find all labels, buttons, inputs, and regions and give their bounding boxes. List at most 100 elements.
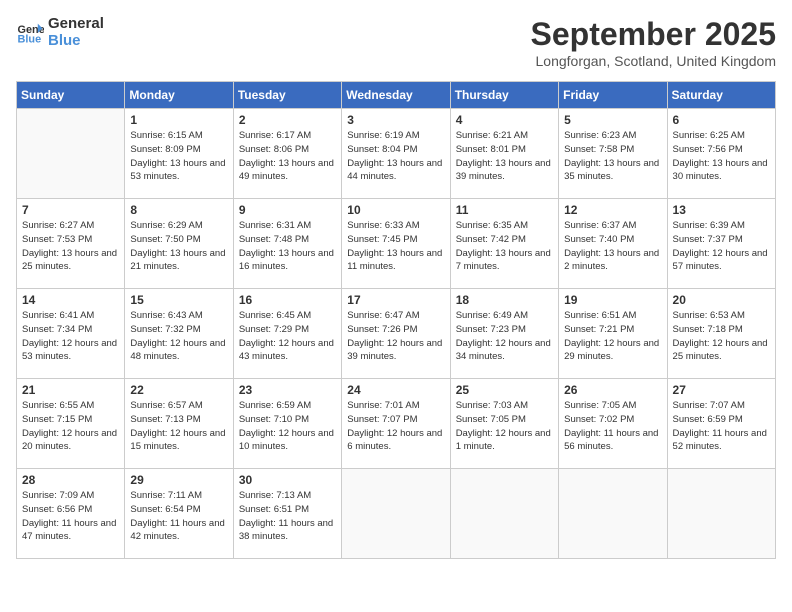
calendar-cell: 30 Sunrise: 7:13 AMSunset: 6:51 PMDayligh… bbox=[233, 469, 341, 559]
day-number: 8 bbox=[130, 203, 227, 217]
calendar-cell: 22Sunrise: 6:57 AMSunset: 7:13 PMDayligh… bbox=[125, 379, 233, 469]
calendar-cell: 4 Sunrise: 6:21 AMSunset: 8:01 PMDaylight… bbox=[450, 109, 558, 199]
day-info: Sunrise: 6:43 AMSunset: 7:32 PMDaylight:… bbox=[130, 309, 227, 364]
calendar-cell: 1 Sunrise: 6:15 AMSunset: 8:09 PMDaylight… bbox=[125, 109, 233, 199]
day-info: Sunrise: 6:29 AMSunset: 7:50 PMDaylight:… bbox=[130, 219, 227, 274]
day-info: Sunrise: 6:45 AMSunset: 7:29 PMDaylight:… bbox=[239, 309, 336, 364]
day-info: Sunrise: 6:33 AMSunset: 7:45 PMDaylight:… bbox=[347, 219, 444, 274]
day-info: Sunrise: 7:13 AMSunset: 6:51 PMDaylight:… bbox=[239, 489, 336, 544]
calendar-cell: 17 Sunrise: 6:47 AMSunset: 7:26 PMDayligh… bbox=[342, 289, 450, 379]
day-number: 17 bbox=[347, 293, 444, 307]
svg-text:Blue: Blue bbox=[18, 33, 42, 45]
calendar-cell: 8 Sunrise: 6:29 AMSunset: 7:50 PMDaylight… bbox=[125, 199, 233, 289]
day-number: 13 bbox=[673, 203, 770, 217]
header-row: Sunday Monday Tuesday Wednesday Thursday… bbox=[17, 82, 776, 109]
calendar-cell: 24 Sunrise: 7:01 AMSunset: 7:07 PMDayligh… bbox=[342, 379, 450, 469]
day-number: 7 bbox=[22, 203, 119, 217]
day-info: Sunrise: 6:47 AMSunset: 7:26 PMDaylight:… bbox=[347, 309, 444, 364]
col-saturday: Saturday bbox=[667, 82, 775, 109]
calendar-cell bbox=[342, 469, 450, 559]
page-header: General Blue General Blue September 2025… bbox=[16, 16, 776, 69]
day-info: Sunrise: 7:09 AMSunset: 6:56 PMDaylight:… bbox=[22, 489, 119, 544]
calendar-cell: 28 Sunrise: 7:09 AMSunset: 6:56 PMDayligh… bbox=[17, 469, 125, 559]
day-info: Sunrise: 6:19 AMSunset: 8:04 PMDaylight:… bbox=[347, 129, 444, 184]
calendar-cell: 9 Sunrise: 6:31 AMSunset: 7:48 PMDaylight… bbox=[233, 199, 341, 289]
calendar-cell: 2 Sunrise: 6:17 AMSunset: 8:06 PMDaylight… bbox=[233, 109, 341, 199]
calendar-cell: 7Sunrise: 6:27 AMSunset: 7:53 PMDaylight… bbox=[17, 199, 125, 289]
day-number: 5 bbox=[564, 113, 661, 127]
calendar-cell: 29 Sunrise: 7:11 AMSunset: 6:54 PMDayligh… bbox=[125, 469, 233, 559]
day-number: 29 bbox=[130, 473, 227, 487]
day-number: 27 bbox=[673, 383, 770, 397]
calendar-cell: 13 Sunrise: 6:39 AMSunset: 7:37 PMDayligh… bbox=[667, 199, 775, 289]
calendar-cell: 3 Sunrise: 6:19 AMSunset: 8:04 PMDaylight… bbox=[342, 109, 450, 199]
day-info: Sunrise: 7:03 AMSunset: 7:05 PMDaylight:… bbox=[456, 399, 553, 454]
logo-general: General bbox=[48, 16, 104, 33]
calendar-cell: 10 Sunrise: 6:33 AMSunset: 7:45 PMDayligh… bbox=[342, 199, 450, 289]
calendar-cell bbox=[559, 469, 667, 559]
day-info: Sunrise: 6:39 AMSunset: 7:37 PMDaylight:… bbox=[673, 219, 770, 274]
day-number: 15 bbox=[130, 293, 227, 307]
day-number: 14 bbox=[22, 293, 119, 307]
day-info: Sunrise: 6:37 AMSunset: 7:40 PMDaylight:… bbox=[564, 219, 661, 274]
day-number: 11 bbox=[456, 203, 553, 217]
logo-blue: Blue bbox=[48, 33, 104, 50]
calendar-cell: 23 Sunrise: 6:59 AMSunset: 7:10 PMDayligh… bbox=[233, 379, 341, 469]
calendar-cell: 27Sunrise: 7:07 AMSunset: 6:59 PMDayligh… bbox=[667, 379, 775, 469]
day-number: 18 bbox=[456, 293, 553, 307]
day-info: Sunrise: 7:11 AMSunset: 6:54 PMDaylight:… bbox=[130, 489, 227, 544]
calendar-table: Sunday Monday Tuesday Wednesday Thursday… bbox=[16, 81, 776, 559]
month-title: September 2025 bbox=[531, 16, 776, 53]
day-info: Sunrise: 6:51 AMSunset: 7:21 PMDaylight:… bbox=[564, 309, 661, 364]
day-number: 21 bbox=[22, 383, 119, 397]
logo: General Blue General Blue bbox=[16, 16, 104, 49]
day-info: Sunrise: 6:59 AMSunset: 7:10 PMDaylight:… bbox=[239, 399, 336, 454]
day-number: 24 bbox=[347, 383, 444, 397]
calendar-cell: 21 Sunrise: 6:55 AMSunset: 7:15 PMDayligh… bbox=[17, 379, 125, 469]
day-number: 22 bbox=[130, 383, 227, 397]
day-number: 30 bbox=[239, 473, 336, 487]
day-number: 10 bbox=[347, 203, 444, 217]
day-number: 20 bbox=[673, 293, 770, 307]
day-number: 4 bbox=[456, 113, 553, 127]
calendar-cell: 14Sunrise: 6:41 AMSunset: 7:34 PMDayligh… bbox=[17, 289, 125, 379]
day-number: 2 bbox=[239, 113, 336, 127]
day-info: Sunrise: 7:01 AMSunset: 7:07 PMDaylight:… bbox=[347, 399, 444, 454]
calendar-cell: 26 Sunrise: 7:05 AMSunset: 7:02 PMDayligh… bbox=[559, 379, 667, 469]
logo-icon: General Blue bbox=[16, 19, 44, 47]
col-friday: Friday bbox=[559, 82, 667, 109]
col-sunday: Sunday bbox=[17, 82, 125, 109]
day-number: 9 bbox=[239, 203, 336, 217]
day-number: 3 bbox=[347, 113, 444, 127]
day-number: 16 bbox=[239, 293, 336, 307]
calendar-cell: 11 Sunrise: 6:35 AMSunset: 7:42 PMDayligh… bbox=[450, 199, 558, 289]
day-number: 23 bbox=[239, 383, 336, 397]
day-info: Sunrise: 6:23 AMSunset: 7:58 PMDaylight:… bbox=[564, 129, 661, 184]
calendar-cell: 19Sunrise: 6:51 AMSunset: 7:21 PMDayligh… bbox=[559, 289, 667, 379]
day-number: 25 bbox=[456, 383, 553, 397]
day-info: Sunrise: 6:31 AMSunset: 7:48 PMDaylight:… bbox=[239, 219, 336, 274]
day-info: Sunrise: 6:21 AMSunset: 8:01 PMDaylight:… bbox=[456, 129, 553, 184]
title-block: September 2025 Longforgan, Scotland, Uni… bbox=[531, 16, 776, 69]
day-info: Sunrise: 6:15 AMSunset: 8:09 PMDaylight:… bbox=[130, 129, 227, 184]
calendar-cell bbox=[667, 469, 775, 559]
day-number: 6 bbox=[673, 113, 770, 127]
calendar-cell: 5 Sunrise: 6:23 AMSunset: 7:58 PMDaylight… bbox=[559, 109, 667, 199]
day-number: 12 bbox=[564, 203, 661, 217]
calendar-cell bbox=[450, 469, 558, 559]
day-number: 1 bbox=[130, 113, 227, 127]
location: Longforgan, Scotland, United Kingdom bbox=[531, 53, 776, 69]
calendar-cell: 6 Sunrise: 6:25 AMSunset: 7:56 PMDaylight… bbox=[667, 109, 775, 199]
calendar-cell: 18 Sunrise: 6:49 AMSunset: 7:23 PMDayligh… bbox=[450, 289, 558, 379]
col-monday: Monday bbox=[125, 82, 233, 109]
calendar-cell: 12 Sunrise: 6:37 AMSunset: 7:40 PMDayligh… bbox=[559, 199, 667, 289]
day-info: Sunrise: 6:35 AMSunset: 7:42 PMDaylight:… bbox=[456, 219, 553, 274]
day-info: Sunrise: 6:49 AMSunset: 7:23 PMDaylight:… bbox=[456, 309, 553, 364]
day-number: 28 bbox=[22, 473, 119, 487]
day-info: Sunrise: 7:05 AMSunset: 7:02 PMDaylight:… bbox=[564, 399, 661, 454]
day-number: 26 bbox=[564, 383, 661, 397]
day-info: Sunrise: 6:55 AMSunset: 7:15 PMDaylight:… bbox=[22, 399, 119, 454]
day-info: Sunrise: 6:17 AMSunset: 8:06 PMDaylight:… bbox=[239, 129, 336, 184]
day-info: Sunrise: 6:25 AMSunset: 7:56 PMDaylight:… bbox=[673, 129, 770, 184]
col-thursday: Thursday bbox=[450, 82, 558, 109]
